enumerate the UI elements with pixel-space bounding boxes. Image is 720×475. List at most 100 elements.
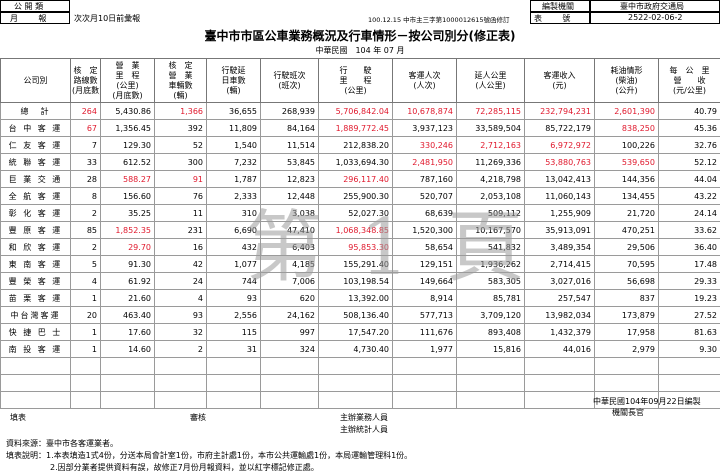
table-cell: 7 bbox=[70, 136, 101, 154]
column-header-text: 營 業 bbox=[115, 60, 140, 70]
approval-note: 100.12.15 中市主三字第1000012615號函修訂 bbox=[368, 16, 510, 24]
table-cell: 12,823 bbox=[260, 170, 319, 188]
table-cell: 28 bbox=[70, 170, 101, 188]
column-header-text: 行 駛 bbox=[339, 65, 372, 75]
table-cell: 11 bbox=[154, 204, 207, 222]
period-label: 月 報 bbox=[10, 14, 47, 23]
table-cell: 520,707 bbox=[392, 187, 457, 205]
table-cell: 997 bbox=[260, 323, 319, 341]
table-cell: 296,117.40 bbox=[318, 170, 393, 188]
column-header-text: 里 程 bbox=[115, 70, 140, 80]
table-cell: 2 bbox=[70, 238, 101, 256]
column-header-text: 行駛班次 bbox=[273, 70, 306, 80]
table-row: 仁 友 客 運 7 129.30 52 1,540 11,514 212,838.20 330… bbox=[0, 136, 720, 154]
table-cell: 29.33 bbox=[658, 272, 720, 290]
table-cell: 324 bbox=[260, 340, 319, 358]
table-cell: 3,038 bbox=[260, 204, 319, 222]
table-cell: 539,650 bbox=[594, 153, 659, 171]
table-cell: 10,678,874 bbox=[392, 102, 457, 120]
table-cell: 11,514 bbox=[260, 136, 319, 154]
table-cell: 2,712,163 bbox=[456, 136, 525, 154]
table-cell: 52.12 bbox=[658, 153, 720, 171]
table-cell: 10,167,570 bbox=[456, 221, 525, 239]
table-cell: 93 bbox=[206, 289, 261, 307]
table-cell: 1,852.35 bbox=[100, 221, 155, 239]
table-cell: 134,455 bbox=[594, 187, 659, 205]
business-staff-label: 主辦業務人員 bbox=[340, 413, 388, 422]
table-cell: 5 bbox=[70, 255, 101, 273]
table-cell: 1,432,379 bbox=[524, 323, 595, 341]
column-header-text: (公里) bbox=[116, 80, 139, 90]
table-cell: 17,547.20 bbox=[318, 323, 393, 341]
empty-cell bbox=[70, 391, 101, 409]
table-cell: 1,520,300 bbox=[392, 221, 457, 239]
table-cell: 9.30 bbox=[658, 340, 720, 358]
table-cell: 17,958 bbox=[594, 323, 659, 341]
empty-cell bbox=[392, 374, 457, 392]
table-cell: 93 bbox=[154, 306, 207, 324]
table-header-row: 公司別核 定路線數 (月底數) 營 業里 程 (公里) (月底數) 核 定營 業車輛數 (輛… bbox=[0, 58, 720, 103]
table-cell: 541,832 bbox=[456, 238, 525, 256]
table-cell: 40.79 bbox=[658, 102, 720, 120]
column-header: 客運人次 (人次) bbox=[392, 58, 457, 103]
table-cell: 1,540 bbox=[206, 136, 261, 154]
column-header: 核 定營 業車輛數 (輛) bbox=[154, 58, 207, 103]
table-cell: 264 bbox=[70, 102, 101, 120]
column-header-text: 營 收 bbox=[673, 75, 706, 85]
empty-cell bbox=[206, 374, 261, 392]
table-cell: 470,251 bbox=[594, 221, 659, 239]
table-cell: 149,664 bbox=[392, 272, 457, 290]
table-cell: 7,232 bbox=[206, 153, 261, 171]
table-cell: 58,654 bbox=[392, 238, 457, 256]
table-cell: 8 bbox=[70, 187, 101, 205]
empty-cell bbox=[658, 374, 720, 392]
table-cell: 1,366 bbox=[154, 102, 207, 120]
table-cell: 24 bbox=[154, 272, 207, 290]
note-2: 2.因部分業者提供資料有誤，故修正7月份月報資料，並以紅字標記修正處。 bbox=[50, 463, 319, 472]
column-header-text: 耗油情形 bbox=[610, 65, 643, 75]
empty-cell bbox=[456, 391, 525, 409]
table-cell: 268,939 bbox=[260, 102, 319, 120]
column-header-text: 行駛延 bbox=[221, 65, 246, 75]
table-cell: 95,853.30 bbox=[318, 238, 393, 256]
table-cell: 67 bbox=[70, 119, 101, 137]
column-header-text: (元) bbox=[552, 80, 567, 90]
table-cell: 144,356 bbox=[594, 170, 659, 188]
table-cell: 56,698 bbox=[594, 272, 659, 290]
table-cell: 838,250 bbox=[594, 119, 659, 137]
table-cell: 2,714,415 bbox=[524, 255, 595, 273]
table-cell: 42 bbox=[154, 255, 207, 273]
column-header: 客運收入 (元) bbox=[524, 58, 595, 103]
table-cell: 91.30 bbox=[100, 255, 155, 273]
column-header-text: (班次) bbox=[278, 80, 301, 90]
table-cell: 1,787 bbox=[206, 170, 261, 188]
table-row: 彰 化 客 運 2 35.25 11 310 3,038 52,027.30 68,639 50… bbox=[0, 204, 720, 222]
table-cell: 330,246 bbox=[392, 136, 457, 154]
table-cell: 6,403 bbox=[260, 238, 319, 256]
table-cell: 20 bbox=[70, 306, 101, 324]
stats-staff-label: 主辦統計人員 bbox=[340, 425, 388, 434]
empty-cell bbox=[392, 357, 457, 375]
form-no-label: 表 號 bbox=[534, 14, 571, 23]
filler-label: 填表 bbox=[10, 413, 26, 422]
table-cell: 31 bbox=[206, 340, 261, 358]
table-cell: 76 bbox=[154, 187, 207, 205]
table-cell: 4,218,798 bbox=[456, 170, 525, 188]
table-cell: 11,809 bbox=[206, 119, 261, 137]
table-cell: 744 bbox=[206, 272, 261, 290]
table-cell: 1,068,348.85 bbox=[318, 221, 393, 239]
table-cell: 2 bbox=[70, 204, 101, 222]
compile-date: 中華民國104年09月22日編製 bbox=[593, 397, 701, 406]
column-header: 耗油情形 (柴油) (公升) bbox=[594, 58, 659, 103]
table-row: 巨 業 交 通 28 588.27 91 1,787 12,823 296,117.40 78… bbox=[0, 170, 720, 188]
table-cell: 232,794,231 bbox=[524, 102, 595, 120]
table-cell: 1,077 bbox=[206, 255, 261, 273]
table-cell: 508,136.40 bbox=[318, 306, 393, 324]
empty-cell bbox=[0, 391, 71, 409]
table-cell: 16 bbox=[154, 238, 207, 256]
column-header-text: 核 定 bbox=[168, 60, 193, 70]
table-cell: 17.60 bbox=[100, 323, 155, 341]
column-header-text: (元/公里) bbox=[673, 85, 706, 95]
column-header-text: 里 程 bbox=[339, 75, 372, 85]
company-name: 和 欣 客 運 bbox=[0, 238, 71, 256]
